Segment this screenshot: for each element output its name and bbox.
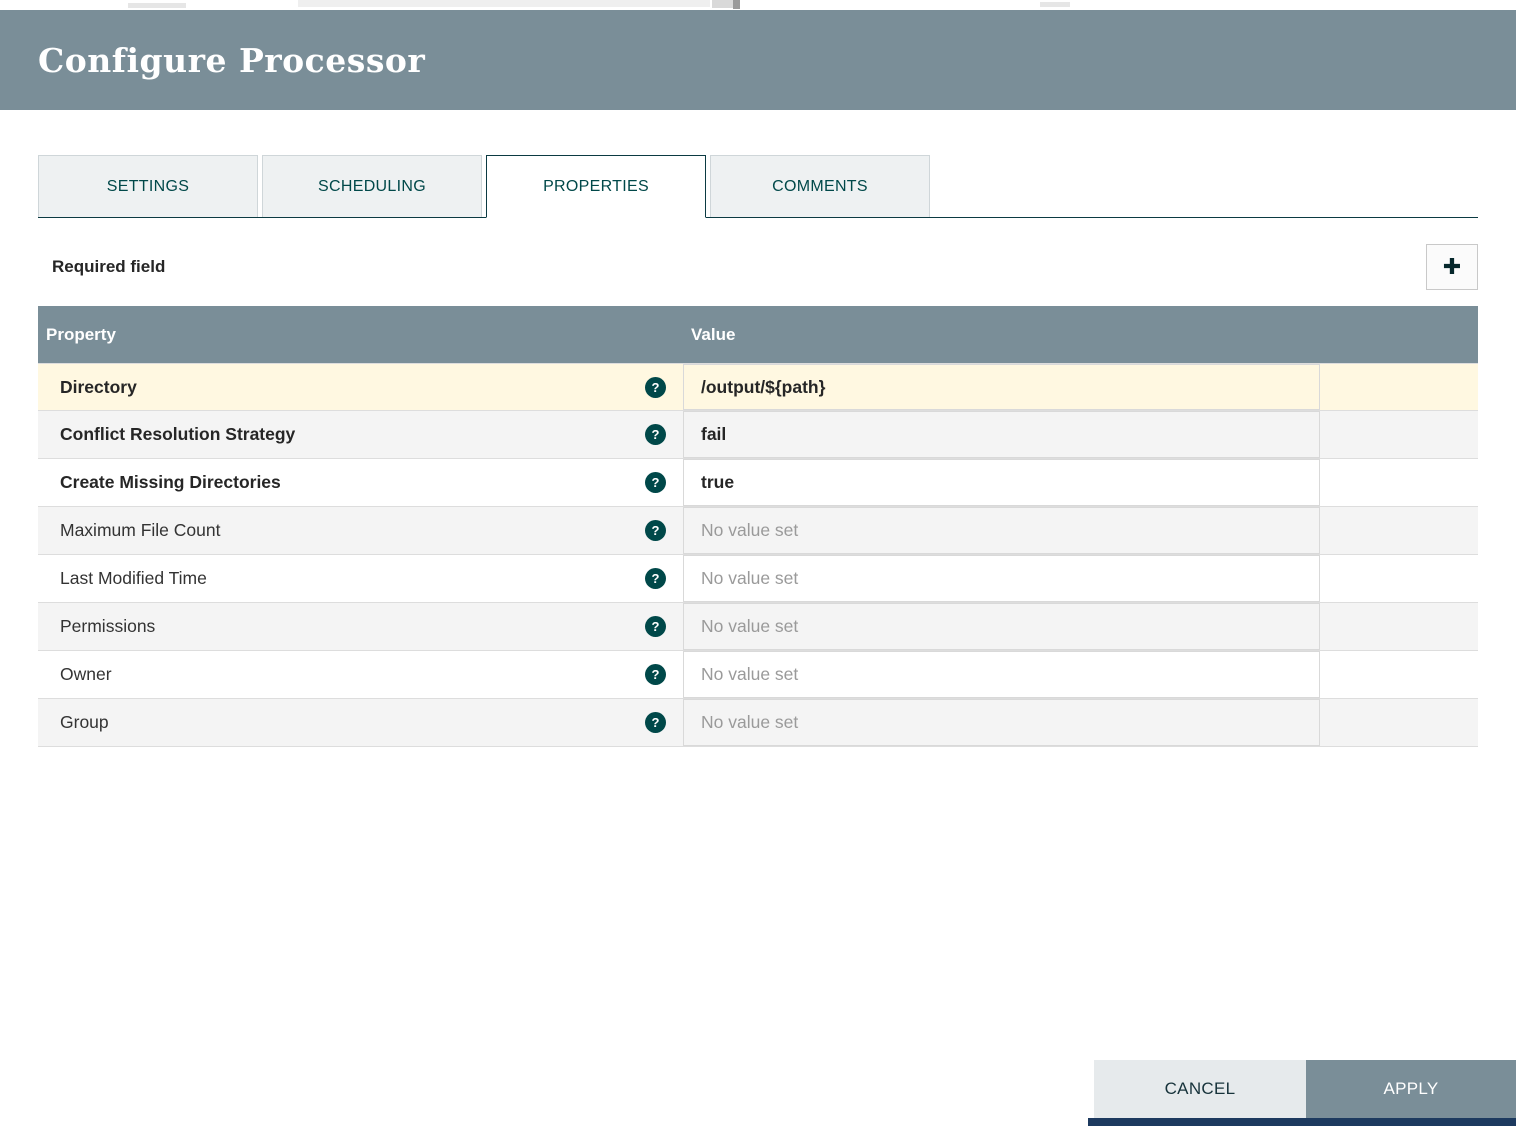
configure-processor-dialog: Configure Processor SETTINGSSCHEDULINGPR… [0, 0, 1516, 747]
dialog-header: Configure Processor [0, 10, 1516, 110]
property-value-cell[interactable]: No value set [683, 555, 1320, 602]
property-value-text: No value set [701, 664, 798, 685]
plus-icon: ✚ [1443, 256, 1461, 278]
property-value-text: /output/${path} [701, 377, 825, 398]
property-name-cell: Permissions? [38, 603, 683, 650]
background-artifact [298, 0, 710, 7]
cancel-button[interactable]: CANCEL [1094, 1060, 1306, 1118]
background-bottom-strip [0, 1118, 1516, 1126]
tab-settings[interactable]: SETTINGS [38, 155, 258, 217]
table-row[interactable]: Last Modified Time? No value set [38, 555, 1478, 603]
property-name-cell: Create Missing Directories? [38, 459, 683, 506]
property-value-text: No value set [701, 520, 798, 541]
row-actions-cell [1320, 699, 1478, 746]
property-value-text: No value set [701, 712, 798, 733]
property-name: Owner [60, 664, 112, 685]
property-value-text: fail [701, 424, 726, 445]
property-name-cell: Maximum File Count? [38, 507, 683, 554]
property-value-cell[interactable]: true [683, 459, 1320, 506]
property-value-cell[interactable]: No value set [683, 603, 1320, 650]
help-icon[interactable]: ? [645, 616, 666, 637]
property-value-cell[interactable]: No value set [683, 651, 1320, 698]
property-value-cell[interactable]: /output/${path} [683, 364, 1320, 410]
properties-table: Property Value Directory? /output/${path}… [38, 306, 1478, 747]
property-name-cell: Last Modified Time? [38, 555, 683, 602]
table-header-row: Property Value [38, 306, 1478, 363]
dialog-footer: CANCEL APPLY [1094, 1060, 1516, 1118]
background-canvas-strip [0, 0, 1516, 10]
background-artifact [1088, 1118, 1516, 1126]
required-field-label: Required field [38, 257, 165, 277]
property-name: Directory [60, 377, 137, 398]
row-actions-cell [1320, 651, 1478, 698]
row-actions-cell [1320, 555, 1478, 602]
row-actions-cell [1320, 411, 1478, 458]
row-actions-cell [1320, 507, 1478, 554]
property-value-cell[interactable]: No value set [683, 699, 1320, 746]
table-row[interactable]: Permissions? No value set [38, 603, 1478, 651]
property-name: Maximum File Count [60, 520, 220, 541]
property-name-cell: Owner? [38, 651, 683, 698]
row-actions-cell [1320, 364, 1478, 410]
property-value-cell[interactable]: fail [683, 411, 1320, 458]
column-header-value: Value [683, 325, 1320, 345]
table-row[interactable]: Group? No value set [38, 699, 1478, 747]
table-row[interactable]: Directory? /output/${path} [38, 363, 1478, 411]
background-artifact [1040, 2, 1070, 7]
background-artifact [733, 0, 740, 9]
property-name: Create Missing Directories [60, 472, 281, 493]
property-name: Conflict Resolution Strategy [60, 424, 295, 445]
help-icon[interactable]: ? [645, 664, 666, 685]
help-icon[interactable]: ? [645, 424, 666, 445]
properties-toolbar: Required field ✚ [38, 243, 1478, 291]
help-icon[interactable]: ? [645, 520, 666, 541]
tab-properties[interactable]: PROPERTIES [486, 155, 706, 218]
row-actions-cell [1320, 459, 1478, 506]
background-artifact [128, 3, 186, 8]
help-icon[interactable]: ? [645, 472, 666, 493]
property-value-text: No value set [701, 568, 798, 589]
tab-comments[interactable]: COMMENTS [710, 155, 930, 217]
table-body: Directory? /output/${path} Conflict Resolu… [38, 363, 1478, 747]
row-actions-cell [1320, 603, 1478, 650]
property-name: Permissions [60, 616, 155, 637]
property-name-cell: Conflict Resolution Strategy? [38, 411, 683, 458]
tab-scheduling[interactable]: SCHEDULING [262, 155, 482, 217]
property-name-cell: Directory? [38, 364, 683, 410]
property-value-cell[interactable]: No value set [683, 507, 1320, 554]
property-value-text: true [701, 472, 734, 493]
dialog-title: Configure Processor [38, 41, 425, 80]
tab-bar: SETTINGSSCHEDULINGPROPERTIESCOMMENTS [38, 155, 1478, 218]
help-icon[interactable]: ? [645, 568, 666, 589]
property-name: Last Modified Time [60, 568, 207, 589]
table-row[interactable]: Maximum File Count? No value set [38, 507, 1478, 555]
property-name-cell: Group? [38, 699, 683, 746]
table-row[interactable]: Conflict Resolution Strategy? fail [38, 411, 1478, 459]
column-header-property: Property [38, 325, 683, 345]
table-row[interactable]: Owner? No value set [38, 651, 1478, 699]
help-icon[interactable]: ? [645, 377, 666, 398]
add-property-button[interactable]: ✚ [1426, 244, 1478, 290]
property-name: Group [60, 712, 109, 733]
apply-button[interactable]: APPLY [1306, 1060, 1516, 1118]
help-icon[interactable]: ? [645, 712, 666, 733]
table-row[interactable]: Create Missing Directories? true [38, 459, 1478, 507]
property-value-text: No value set [701, 616, 798, 637]
